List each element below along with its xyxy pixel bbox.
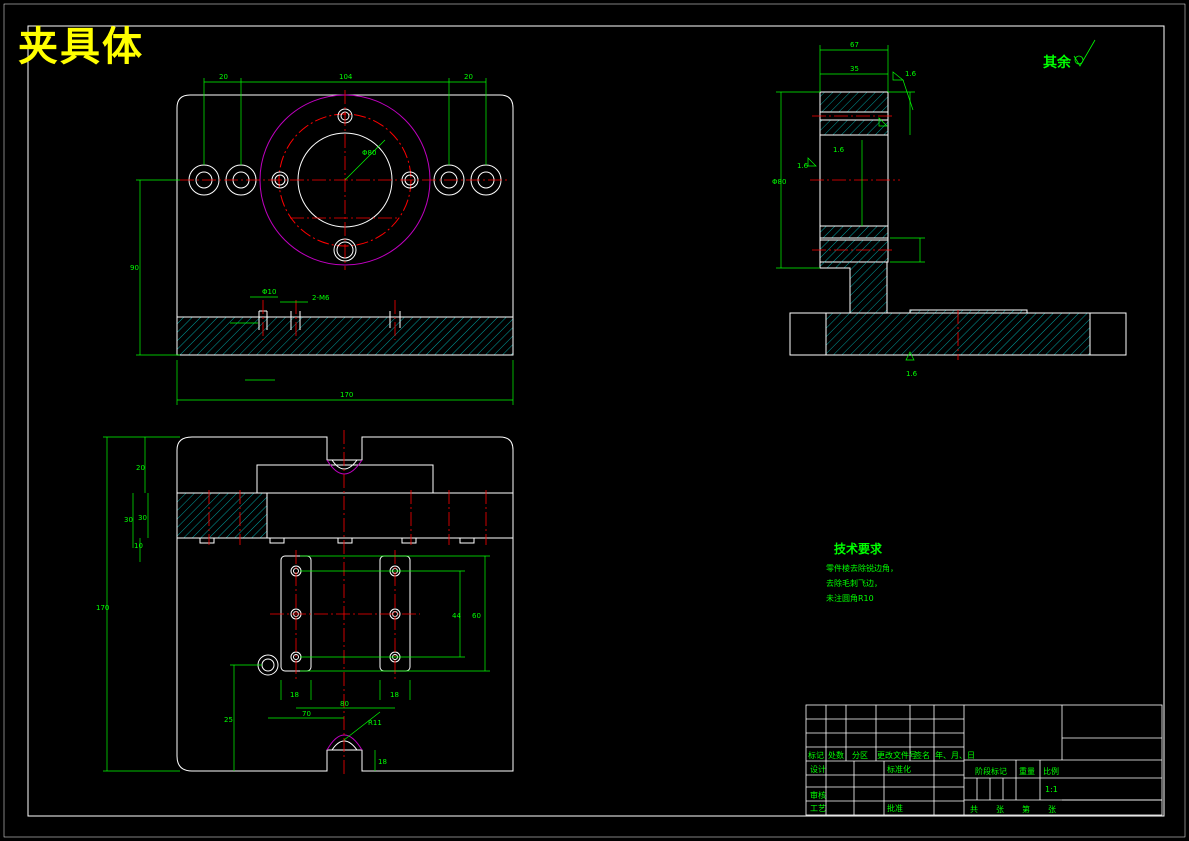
dim-text: R11 bbox=[368, 719, 382, 727]
dim-text: 170 bbox=[96, 604, 109, 612]
title-block-cell: 张 bbox=[1048, 805, 1056, 814]
outer-frame bbox=[3, 3, 1186, 838]
title-block-cell: 设计 bbox=[810, 765, 826, 774]
dim-text: 90 bbox=[130, 264, 139, 272]
dim-text: 2-M6 bbox=[312, 294, 330, 302]
title-block-cell: 重量 bbox=[1019, 767, 1035, 776]
dim-text: Φ80 bbox=[772, 178, 786, 186]
dim-text: 60 bbox=[472, 612, 481, 620]
title-block-cell: 分区 bbox=[852, 751, 868, 760]
title-block-cell: 年、月、日 bbox=[935, 751, 975, 760]
dim-text: 1.6 bbox=[905, 70, 917, 78]
technical-requirement-line: 零件棱去除锐边角， bbox=[826, 564, 898, 573]
drawing-sheet: 20 104 20 90 170 Φ80 Φ10 2-M6 170 20 30 … bbox=[3, 3, 1186, 838]
dim-text: 1.6 bbox=[833, 146, 845, 154]
technical-requirement-line: 去除毛刺飞边， bbox=[826, 579, 882, 588]
title-block-cell: 共 bbox=[970, 805, 978, 814]
dim-text: 10 bbox=[134, 542, 143, 550]
dim-text: 44 bbox=[452, 612, 461, 620]
title-block-cell: 处数 bbox=[828, 751, 844, 760]
dim-text: Φ10 bbox=[262, 288, 276, 296]
dim-text: 20 bbox=[464, 73, 473, 81]
dim-text: 104 bbox=[339, 73, 353, 81]
dim-text: 170 bbox=[340, 391, 353, 399]
title-block-cell: 张 bbox=[996, 805, 1004, 814]
technical-requirements-title: 技术要求 bbox=[834, 542, 883, 556]
dim-text: 20 bbox=[219, 73, 228, 81]
title-block-cell: 标记 bbox=[808, 751, 824, 760]
title-block-cell: 第 bbox=[1022, 805, 1030, 814]
inner-frame bbox=[27, 25, 1165, 817]
title-block-cell: 标准化 bbox=[887, 765, 911, 774]
technical-requirement-line: 未注圆角R10 bbox=[826, 594, 874, 603]
dim-text: 30 bbox=[124, 516, 133, 524]
dim-text: 70 bbox=[302, 710, 311, 718]
front-view-dimensions bbox=[103, 436, 490, 772]
front-view-dim-text: 170 20 30 30 10 18 18 44 60 70 80 R11 25… bbox=[96, 464, 481, 766]
dim-text: 18 bbox=[378, 758, 387, 766]
dim-text: 80 bbox=[340, 700, 349, 708]
dim-text: 1.6 bbox=[797, 162, 809, 170]
dim-text: 20 bbox=[136, 464, 145, 472]
dim-text: 30 bbox=[138, 514, 147, 522]
top-view-dimensions bbox=[136, 78, 514, 405]
roughness-symbol-icon bbox=[1073, 39, 1096, 67]
drawing-title: 夹具体 bbox=[18, 24, 144, 70]
dim-text: Φ80 bbox=[362, 149, 376, 157]
scale-value: 1:1 bbox=[1045, 785, 1058, 794]
title-block-cell: 更改文件号 bbox=[877, 751, 917, 760]
title-block-cell: 审核 bbox=[810, 791, 826, 800]
dim-text: 18 bbox=[390, 691, 399, 699]
dim-text: 25 bbox=[224, 716, 233, 724]
dim-text: 35 bbox=[850, 65, 859, 73]
top-view-centerlines bbox=[180, 90, 510, 340]
dim-text: 18 bbox=[290, 691, 299, 699]
dim-text: 67 bbox=[850, 41, 859, 49]
front-view-centerlines bbox=[208, 430, 487, 775]
title-block-cell: 阶段标记 bbox=[975, 767, 1007, 776]
title-block-cell: 工艺 bbox=[810, 804, 826, 813]
title-block-cell: 批准 bbox=[887, 804, 903, 813]
dim-text: 1.6 bbox=[906, 370, 918, 378]
title-block-cell: 签名 bbox=[914, 751, 930, 760]
surface-roughness-note: 其余 bbox=[1043, 55, 1071, 71]
title-block-cell: 比例 bbox=[1043, 767, 1059, 776]
